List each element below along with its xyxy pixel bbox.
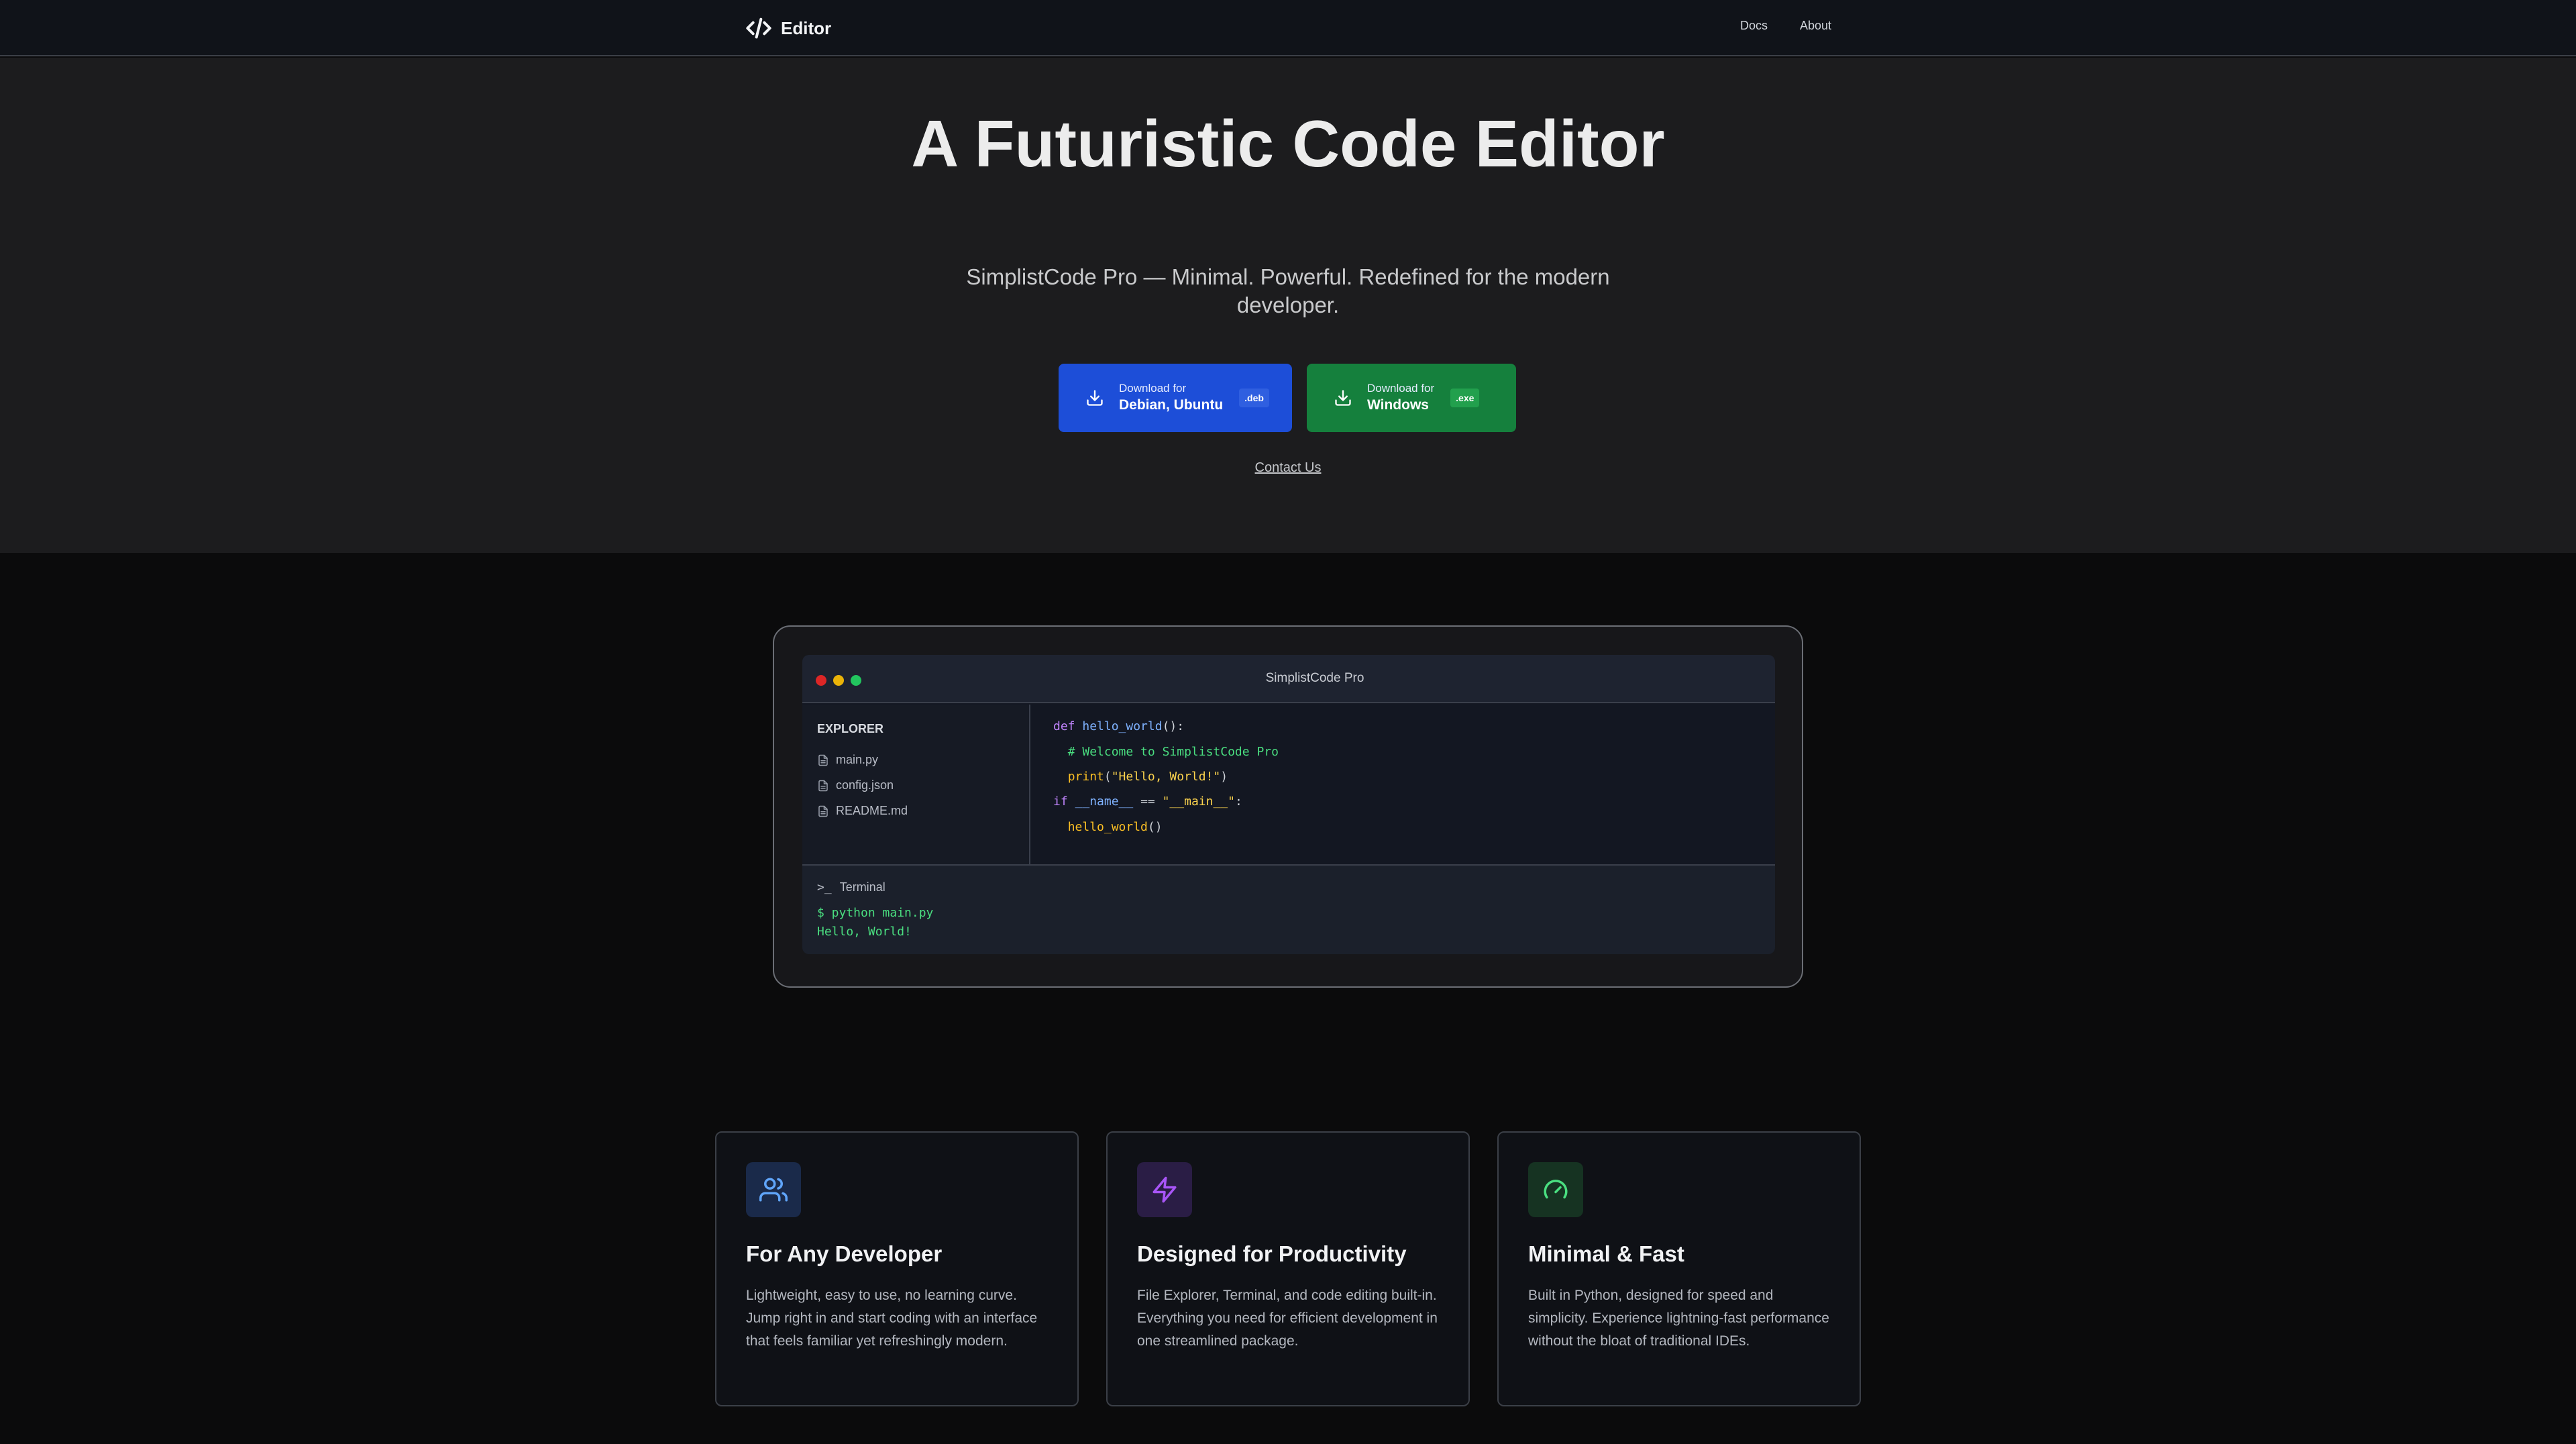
file-icon <box>818 805 828 817</box>
code-line-4: if __name__ == "__main__": <box>1053 794 1242 809</box>
feature-title: Designed for Productivity <box>1137 1241 1407 1266</box>
file-name: README.md <box>836 804 908 817</box>
terminal-header: >_ Terminal <box>817 880 885 894</box>
feature-description: Lightweight, easy to use, no learning cu… <box>746 1288 1038 1349</box>
explorer-panel: EXPLORER main.py config.json README.md <box>802 705 1030 864</box>
lightning-icon <box>1152 1176 1177 1203</box>
file-name: main.py <box>836 753 879 766</box>
code-line-2: # Welcome to SimplistCode Pro <box>1067 745 1279 759</box>
feature-card-productivity: Designed for Productivity File Explorer,… <box>1106 1131 1470 1406</box>
file-icon <box>818 780 828 791</box>
terminal-line-command: $ python main.py <box>817 906 934 920</box>
download-windows-small: Download for <box>1367 382 1435 395</box>
deb-badge: .deb <box>1239 389 1269 407</box>
terminal-label: Terminal <box>839 880 885 894</box>
editor-preview-window: SimplistCode Pro EXPLORER main.py config… <box>802 655 1775 954</box>
download-windows-label: Download for Windows <box>1367 381 1434 415</box>
feature-card-any-developer: For Any Developer Lightweight, easy to u… <box>715 1131 1079 1406</box>
terminal-line-output: Hello, World! <box>817 925 912 939</box>
editor-preview-frame: SimplistCode Pro EXPLORER main.py config… <box>773 625 1803 988</box>
feature-icon-box <box>746 1162 801 1217</box>
file-item-readme-md[interactable]: README.md <box>817 804 908 818</box>
code-line-5: hello_world() <box>1067 820 1163 834</box>
download-windows-button[interactable]: Download for Windows .exe <box>1307 364 1516 432</box>
nav-links: Docs About <box>1740 19 1831 33</box>
file-name: config.json <box>836 778 894 792</box>
download-debian-label: Download for Debian, Ubuntu <box>1119 381 1223 415</box>
download-debian-small: Download for <box>1119 382 1187 395</box>
gauge-icon <box>1544 1180 1568 1199</box>
hero-subtitle: SimplistCode Pro — Minimal. Powerful. Re… <box>966 264 1610 317</box>
nav-link-about[interactable]: About <box>1800 19 1831 33</box>
feature-title: For Any Developer <box>746 1241 943 1266</box>
editor-window-title: SimplistCode Pro <box>1265 671 1364 685</box>
code-brackets-icon <box>746 17 771 39</box>
contact-us-link[interactable]: Contact Us <box>0 460 2576 476</box>
file-item-config-json[interactable]: config.json <box>817 778 894 792</box>
brand-logo[interactable]: Editor <box>745 15 831 42</box>
terminal-panel: >_ Terminal $ python main.py Hello, Worl… <box>802 864 1775 954</box>
file-icon <box>818 754 828 766</box>
download-windows-platform: Windows <box>1367 397 1429 413</box>
feature-title: Minimal & Fast <box>1528 1241 1684 1266</box>
exe-badge: .exe <box>1450 389 1480 407</box>
download-debian-platform: Debian, Ubuntu <box>1119 397 1224 413</box>
hero-title: A Futuristic Code Editor <box>911 107 1665 180</box>
feature-description: File Explorer, Terminal, and code editin… <box>1137 1288 1438 1349</box>
code-line-1: def hello_world(): <box>1053 719 1185 733</box>
explorer-label: EXPLORER <box>817 722 884 735</box>
hero-section: A Futuristic Code Editor SimplistCode Pr… <box>0 58 2576 553</box>
users-icon <box>759 1178 788 1202</box>
brand-name: Editor <box>781 17 832 38</box>
feature-icon-box <box>1528 1162 1583 1217</box>
download-icon <box>1335 390 1351 406</box>
download-icon <box>1087 390 1103 406</box>
feature-icon-box <box>1137 1162 1192 1217</box>
terminal-prompt-icon: >_ <box>817 880 832 894</box>
editor-titlebar: SimplistCode Pro <box>802 655 1775 703</box>
file-item-main-py[interactable]: main.py <box>817 753 878 767</box>
top-navbar: Editor Docs About <box>0 0 2576 56</box>
download-debian-button[interactable]: Download for Debian, Ubuntu .deb <box>1059 364 1292 432</box>
code-line-3: print("Hello, World!") <box>1067 770 1228 784</box>
nav-link-docs[interactable]: Docs <box>1740 19 1768 33</box>
feature-card-minimal-fast: Minimal & Fast Built in Python, designed… <box>1497 1131 1861 1406</box>
feature-description: Built in Python, designed for speed and … <box>1528 1288 1829 1349</box>
